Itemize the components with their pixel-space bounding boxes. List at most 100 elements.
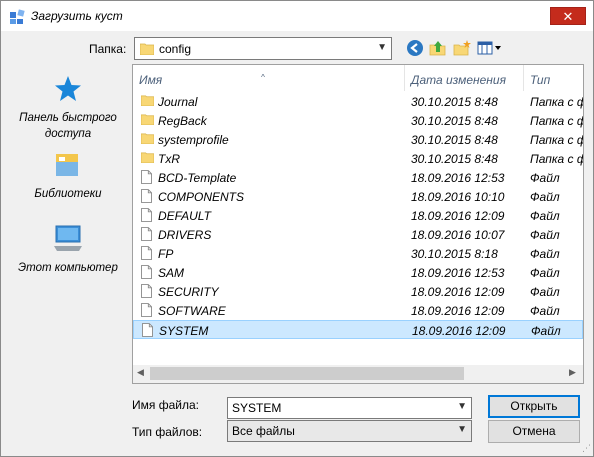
filetype-value: Все файлы — [232, 424, 295, 438]
navigation-pane: Панель быстрого доступа Библиотеки Этот … — [9, 64, 127, 384]
file-date: 30.10.2015 8:48 — [411, 114, 498, 128]
column-header-date[interactable]: Дата изменения — [411, 73, 506, 87]
up-folder-icon[interactable] — [429, 39, 447, 57]
column-divider[interactable] — [404, 65, 405, 91]
scroll-left-icon[interactable]: ◀ — [137, 367, 144, 378]
file-row[interactable]: SYSTEM 18.09.2016 12:09 Файл — [133, 320, 583, 339]
chevron-down-icon[interactable]: ▼ — [377, 42, 387, 53]
star-icon — [55, 76, 81, 101]
list-header: ^ Имя Дата изменения Тип — [133, 65, 583, 91]
file-date: 30.10.2015 8:48 — [411, 152, 498, 166]
file-type: Файл — [530, 285, 560, 299]
file-date: 18.09.2016 12:09 — [411, 304, 505, 318]
file-date: 30.10.2015 8:18 — [411, 247, 498, 261]
open-button[interactable]: Открыть — [488, 395, 580, 418]
scroll-right-icon[interactable]: ▶ — [569, 367, 576, 378]
file-row[interactable]: TxR 30.10.2015 8:48 Папка с ф — [133, 149, 583, 168]
file-icon — [141, 265, 153, 280]
file-date: 18.09.2016 12:09 — [411, 209, 505, 223]
filetype-select[interactable]: Все файлы ▼ — [227, 420, 472, 442]
nav-quick-access[interactable]: Панель быстрого доступа — [9, 74, 127, 142]
nav-libraries-label: Библиотеки — [34, 188, 102, 200]
file-type: Файл — [531, 324, 561, 338]
filetype-label: Тип файлов: — [132, 425, 203, 439]
new-folder-icon[interactable] — [453, 39, 471, 57]
file-row[interactable]: FP 30.10.2015 8:18 Файл — [133, 244, 583, 263]
column-divider[interactable] — [523, 65, 524, 91]
file-name: COMPONENTS — [158, 190, 245, 204]
file-date: 30.10.2015 8:48 — [411, 95, 498, 109]
file-row[interactable]: SAM 18.09.2016 12:53 Файл — [133, 263, 583, 282]
folder-icon — [140, 132, 155, 147]
file-name: SOFTWARE — [158, 304, 226, 318]
file-list[interactable]: ^ Имя Дата изменения Тип Journal 30.10.20… — [132, 64, 584, 384]
column-header-name[interactable]: Имя — [139, 73, 162, 87]
file-type: Файл — [530, 228, 560, 242]
file-name: TxR — [158, 152, 180, 166]
libraries-icon — [56, 154, 78, 176]
file-type: Файл — [530, 171, 560, 185]
file-row[interactable]: Journal 30.10.2015 8:48 Папка с ф — [133, 92, 583, 111]
folder-label: Папка: — [89, 42, 127, 56]
file-date: 18.09.2016 12:53 — [411, 266, 505, 280]
column-header-type[interactable]: Тип — [530, 73, 550, 87]
view-menu-icon[interactable] — [477, 39, 503, 57]
scrollbar-thumb[interactable] — [150, 367, 464, 380]
filename-input[interactable]: SYSTEM ▼ — [227, 397, 472, 419]
nav-quick-access-label: Панель быстрого доступа — [19, 112, 117, 140]
chevron-down-icon[interactable]: ▼ — [457, 424, 467, 435]
file-name: SYSTEM — [159, 324, 209, 338]
nav-this-pc-label: Этот компьютер — [18, 262, 118, 274]
folder-icon — [140, 94, 155, 109]
nav-libraries[interactable]: Библиотеки — [9, 152, 127, 202]
file-row[interactable]: BCD-Template 18.09.2016 12:53 Файл — [133, 168, 583, 187]
file-icon — [141, 189, 153, 204]
file-type: Папка с ф — [530, 114, 584, 128]
file-icon — [141, 227, 153, 242]
title-bar[interactable]: Загрузить куст ✕ — [1, 1, 593, 31]
file-date: 30.10.2015 8:48 — [411, 133, 498, 147]
file-type: Папка с ф — [530, 95, 584, 109]
file-icon — [141, 170, 153, 185]
computer-icon — [54, 225, 82, 251]
folder-icon — [140, 43, 154, 55]
file-row[interactable]: SOFTWARE 18.09.2016 12:09 Файл — [133, 301, 583, 320]
chevron-down-icon[interactable]: ▼ — [457, 401, 467, 412]
file-row[interactable]: RegBack 30.10.2015 8:48 Папка с ф — [133, 111, 583, 130]
resize-grip-icon[interactable]: ⋰ — [582, 443, 591, 454]
file-name: systemprofile — [158, 133, 229, 147]
cancel-button[interactable]: Отмена — [488, 420, 580, 443]
file-row[interactable]: DRIVERS 18.09.2016 10:07 Файл — [133, 225, 583, 244]
folder-combobox[interactable]: config ▼ — [134, 37, 392, 60]
close-button[interactable]: ✕ — [550, 7, 586, 25]
file-row[interactable]: systemprofile 30.10.2015 8:48 Папка с ф — [133, 130, 583, 149]
file-icon — [141, 246, 153, 261]
file-date: 18.09.2016 10:07 — [411, 228, 505, 242]
filename-label: Имя файла: — [132, 398, 199, 412]
file-row[interactable]: COMPONENTS 18.09.2016 10:10 Файл — [133, 187, 583, 206]
file-type: Файл — [530, 209, 560, 223]
back-icon[interactable] — [406, 39, 424, 57]
file-row[interactable]: SECURITY 18.09.2016 12:09 Файл — [133, 282, 583, 301]
file-name: FP — [158, 247, 174, 261]
file-icon — [141, 208, 153, 223]
folder-value: config — [159, 42, 192, 56]
registry-icon — [10, 9, 25, 24]
file-name: SECURITY — [158, 285, 219, 299]
file-name: DEFAULT — [158, 209, 211, 223]
file-name: Journal — [158, 95, 198, 109]
horizontal-scrollbar[interactable]: ◀ ▶ — [133, 365, 583, 383]
file-icon — [141, 303, 153, 318]
file-date: 18.09.2016 12:09 — [411, 285, 505, 299]
file-type: Файл — [530, 190, 560, 204]
file-name: DRIVERS — [158, 228, 212, 242]
file-type: Папка с ф — [530, 152, 584, 166]
file-date: 18.09.2016 12:53 — [411, 171, 505, 185]
folder-icon — [140, 151, 155, 166]
file-name: RegBack — [158, 114, 207, 128]
file-row[interactable]: DEFAULT 18.09.2016 12:09 Файл — [133, 206, 583, 225]
nav-this-pc[interactable]: Этот компьютер — [9, 224, 127, 276]
window-title: Загрузить куст — [31, 9, 123, 23]
sort-arrow-icon: ^ — [261, 73, 265, 82]
file-name: BCD-Template — [158, 171, 237, 185]
